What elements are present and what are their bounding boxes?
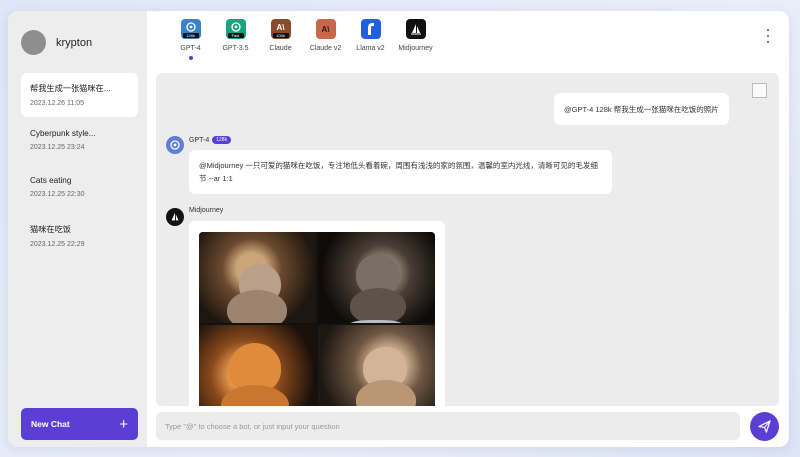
avatar[interactable] <box>21 30 46 55</box>
plus-icon: + <box>119 415 128 433</box>
bot-tab-claude-v2[interactable]: A\ Claude v2 <box>303 19 348 69</box>
user-message: @GPT-4 128k 帮我生成一张猫咪在吃饭的照片 <box>554 93 729 125</box>
send-icon <box>758 420 771 433</box>
bot-name-midjourney: Midjourney <box>189 207 224 214</box>
bot-badge: 100k <box>272 33 289 38</box>
generated-image[interactable] <box>318 325 435 406</box>
gpt-avatar <box>166 136 184 154</box>
midjourney-avatar <box>166 208 184 226</box>
chat-timestamp: 2023.12.25 23:24 <box>30 144 85 151</box>
active-indicator <box>188 56 193 60</box>
bot-name-gpt: GPT-4 128k <box>189 136 232 144</box>
gpt-message: @Midjourney 一只可爱的猫咪在吃饭，专注地低头看着碗，周围有浅浅的家的… <box>189 150 612 195</box>
chat-title: 帮我生成一张猫咪在... <box>30 84 111 93</box>
conversation-panel[interactable]: @GPT-4 128k 帮我生成一张猫咪在吃饭的照片 GPT-4 128k @M… <box>156 73 779 406</box>
bot-selector: 128k GPT-4 Fast GPT-3.5 A\ 100k Claude A… <box>168 19 438 69</box>
bot-label: Claude v2 <box>309 45 342 52</box>
chat-title: Cats eating <box>30 176 72 185</box>
sailboat-icon <box>405 19 426 39</box>
generated-image[interactable] <box>318 232 435 323</box>
chat-title: Cyberpunk style... <box>30 129 96 138</box>
chat-history-item[interactable]: Cats eating 2023.12.25 22:30 <box>21 167 138 211</box>
bot-label: GPT-4 <box>180 45 201 52</box>
bot-tab-llama-v2[interactable]: Llama v2 <box>348 19 393 69</box>
chat-title: 猫咪在吃饭 <box>30 225 71 234</box>
more-options-icon[interactable] <box>765 29 771 43</box>
chat-timestamp: 2023.12.25 22:30 <box>30 191 85 198</box>
bot-label: Claude <box>269 45 292 52</box>
anthropic-icon: A\ 100k <box>270 19 291 39</box>
bot-badge: Fast <box>227 33 244 38</box>
meta-icon <box>360 19 381 39</box>
chat-history-list: 帮我生成一张猫咪在... 2023.12.26 11:05 Cyberpunk … <box>21 73 138 261</box>
bot-name-label: GPT-4 <box>189 136 210 144</box>
midjourney-image-card <box>189 221 445 406</box>
bot-label: Midjourney <box>398 45 433 52</box>
app-window: krypton 帮我生成一张猫咪在... 2023.12.26 11:05 Cy… <box>8 11 789 447</box>
bot-badge: 128k <box>182 33 199 38</box>
chat-history-item[interactable]: 猫咪在吃饭 2023.12.25 22:29 <box>21 214 138 258</box>
generated-image[interactable] <box>199 325 316 406</box>
generated-image[interactable] <box>199 232 316 323</box>
generated-image-grid[interactable] <box>199 232 435 406</box>
user-avatar <box>752 83 767 98</box>
chat-history-item[interactable]: Cyberpunk style... 2023.12.25 23:24 <box>21 120 138 164</box>
bot-tab-midjourney[interactable]: Midjourney <box>393 19 438 69</box>
message-input[interactable] <box>156 412 740 440</box>
bot-tab-gpt-4[interactable]: 128k GPT-4 <box>168 19 213 69</box>
chat-timestamp: 2023.12.25 22:29 <box>30 241 85 248</box>
bot-tab-gpt-3-5[interactable]: Fast GPT-3.5 <box>213 19 258 69</box>
profile[interactable]: krypton <box>21 30 92 55</box>
send-button[interactable] <box>750 412 779 441</box>
new-chat-label: New Chat <box>31 419 70 429</box>
new-chat-button[interactable]: New Chat + <box>21 408 138 440</box>
sidebar: krypton 帮我生成一张猫咪在... 2023.12.26 11:05 Cy… <box>8 11 147 447</box>
chat-history-item[interactable]: 帮我生成一张猫咪在... 2023.12.26 11:05 <box>21 73 138 117</box>
bot-label: Llama v2 <box>356 45 385 52</box>
anthropic-icon: A\ <box>315 19 336 39</box>
openai-icon: Fast <box>225 19 246 39</box>
model-badge: 128k <box>212 136 232 144</box>
bot-label: GPT-3.5 <box>222 45 249 52</box>
openai-icon: 128k <box>180 19 201 39</box>
bot-tab-claude[interactable]: A\ 100k Claude <box>258 19 303 69</box>
chat-timestamp: 2023.12.26 11:05 <box>30 100 84 107</box>
username: krypton <box>56 36 93 49</box>
